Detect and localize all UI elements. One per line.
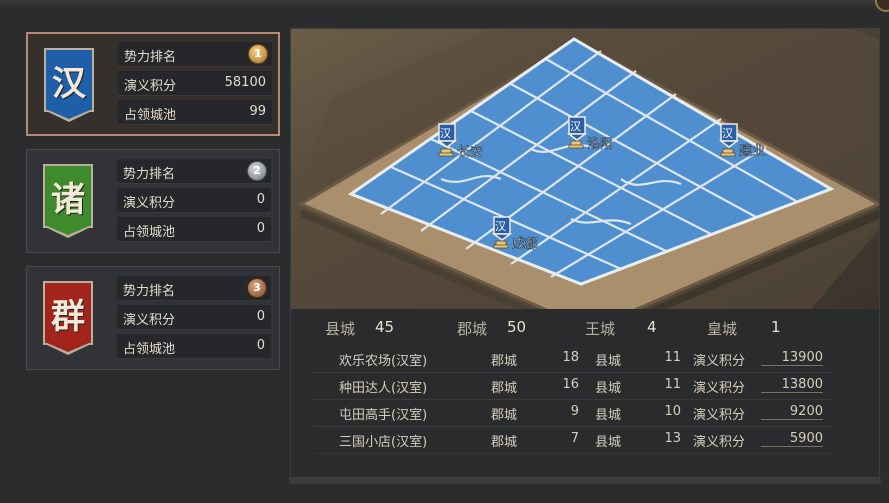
commandery-label: 郡城: [457, 320, 488, 338]
list-fade: [313, 445, 833, 473]
faction-banner: 群: [43, 281, 93, 355]
player-list[interactable]: 欢乐农场(汉室) 郡城 18 县城 11 演义积分 13900 种田达人(汉室)…: [313, 345, 833, 473]
county-count: 11: [664, 350, 681, 365]
city-name: 成都: [512, 237, 538, 252]
county-count: 45: [375, 318, 395, 336]
county-label: 县城: [325, 320, 356, 338]
faction-name: 汉: [52, 63, 86, 104]
cities-label: 占领城池: [123, 342, 176, 357]
score-row: 演义积分 58100: [118, 71, 272, 96]
city-building-icon: [438, 148, 454, 157]
score-value: 13900: [761, 350, 823, 366]
city-flag-label: 汉: [722, 127, 733, 140]
player-name: 欢乐农场(汉室): [339, 354, 428, 369]
commandery-label: 郡城: [491, 381, 518, 396]
city-name: 洛阳: [587, 137, 613, 152]
county-count: 10: [664, 404, 681, 419]
cities-value: 0: [256, 338, 265, 353]
score-label: 演义积分: [124, 79, 177, 94]
score-value: 0: [256, 192, 265, 207]
bottom-scrollbar[interactable]: [289, 478, 881, 484]
faction-name: 诸: [51, 179, 85, 220]
city-type-summary: 县城 45 郡城 50 王城 4 皇城 1: [321, 315, 851, 339]
commandery-count: 50: [507, 318, 527, 336]
commandery-count: 18: [562, 350, 579, 365]
list-item[interactable]: 欢乐农场(汉室) 郡城 18 县城 11 演义积分 13900: [313, 345, 833, 373]
imperial-city-count: 1: [771, 318, 781, 336]
cities-row: 占领城池 0: [117, 217, 271, 242]
cities-label: 占领城池: [124, 108, 177, 123]
faction-card-han[interactable]: 汉 势力排名 1 演义积分 58100 占领城池 99: [26, 32, 280, 136]
rank-row: 势力排名 1: [118, 42, 272, 67]
top-bar: [0, 0, 889, 8]
rank-row: 势力排名 3: [117, 276, 271, 301]
score-label: 演义积分: [123, 313, 176, 328]
county-count: 13: [664, 431, 681, 446]
city-flag-label: 汉: [440, 127, 451, 140]
score-row: 演义积分 0: [117, 188, 271, 213]
faction-banner: 汉: [44, 48, 94, 122]
list-item[interactable]: 屯田高手(汉室) 郡城 9 县城 10 演义积分 9200: [313, 399, 833, 427]
rank-medal-icon: 3: [247, 278, 267, 298]
faction-card-qun[interactable]: 群 势力排名 3 演义积分 0 占领城池 0: [26, 266, 280, 370]
commandery-label: 郡城: [491, 408, 518, 423]
close-button[interactable]: [875, 0, 889, 12]
map-svg: 汉 长安 汉 洛阳 汉 建业 汉 成都: [291, 29, 879, 309]
rank-row: 势力排名 2: [117, 159, 271, 184]
score-label: 演义积分: [693, 354, 746, 369]
city-building-icon: [493, 240, 509, 249]
county-label: 县城: [595, 408, 622, 423]
rank-medal-icon: 1: [248, 44, 268, 64]
score-value: 13800: [761, 377, 823, 393]
score-value: 0: [256, 309, 265, 324]
score-value: 58100: [224, 75, 266, 90]
cities-label: 占领城池: [123, 225, 176, 240]
cities-value: 0: [256, 221, 265, 236]
city-building-icon: [568, 140, 584, 149]
city-name: 建业: [739, 144, 765, 159]
king-city-label: 王城: [585, 320, 616, 338]
cities-row: 占领城池 0: [117, 334, 271, 359]
city-flag-label: 汉: [570, 120, 581, 133]
faction-name: 群: [51, 296, 85, 337]
score-row: 演义积分 0: [117, 305, 271, 330]
rank-label: 势力排名: [123, 284, 176, 299]
faction-card-zhu[interactable]: 诸 势力排名 2 演义积分 0 占领城池 0: [26, 149, 280, 253]
county-label: 县城: [595, 381, 622, 396]
score-label: 演义积分: [693, 408, 746, 423]
rank-label: 势力排名: [123, 167, 176, 182]
commandery-label: 郡城: [491, 354, 518, 369]
commandery-count: 16: [562, 377, 579, 392]
county-label: 县城: [595, 354, 622, 369]
commandery-count: 7: [570, 431, 579, 446]
list-item[interactable]: 种田达人(汉室) 郡城 16 县城 11 演义积分 13800: [313, 372, 833, 400]
player-name: 种田达人(汉室): [339, 381, 428, 396]
player-name: 屯田高手(汉室): [339, 408, 428, 423]
rank-medal-icon: 2: [247, 161, 267, 181]
cities-row: 占领城池 99: [118, 100, 272, 125]
imperial-city-label: 皇城: [707, 320, 738, 338]
rank-label: 势力排名: [124, 50, 177, 65]
commandery-count: 9: [570, 404, 579, 419]
score-label: 演义积分: [693, 381, 746, 396]
city-flag-label: 汉: [495, 220, 506, 233]
county-count: 11: [664, 377, 681, 392]
score-value: 9200: [761, 404, 823, 420]
king-city-count: 4: [647, 318, 657, 336]
city-name: 长安: [457, 145, 483, 160]
faction-banner: 诸: [43, 164, 93, 238]
city-building-icon: [720, 148, 736, 157]
territory-map[interactable]: 汉 长安 汉 洛阳 汉 建业 汉 成都: [291, 29, 879, 309]
score-label: 演义积分: [123, 196, 176, 211]
territory-panel: 汉 长安 汉 洛阳 汉 建业 汉 成都 县城 45 郡城 50 王城 4 皇城 …: [290, 28, 880, 478]
cities-value: 99: [249, 104, 266, 119]
